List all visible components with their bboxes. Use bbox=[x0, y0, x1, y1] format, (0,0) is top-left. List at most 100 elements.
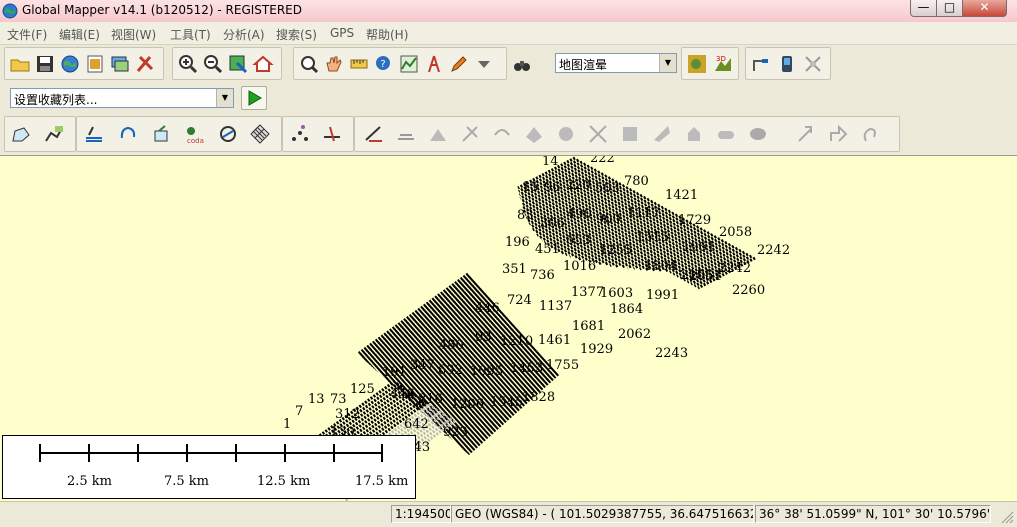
home-icon[interactable] bbox=[252, 53, 274, 75]
gps-device-icon[interactable] bbox=[776, 53, 798, 75]
disabled-tool-icon[interactable] bbox=[747, 123, 769, 145]
render-toolbar-group: 3D bbox=[681, 47, 739, 80]
disabled-tool-icon[interactable] bbox=[491, 123, 513, 145]
menu-help[interactable]: 帮助(H) bbox=[366, 26, 408, 43]
save-icon[interactable] bbox=[34, 53, 56, 75]
point-label: 653 bbox=[566, 233, 591, 248]
path-profile-icon[interactable] bbox=[398, 53, 420, 75]
binoculars-icon[interactable] bbox=[511, 54, 533, 76]
move-feature-icon[interactable] bbox=[151, 123, 173, 145]
globe-icon[interactable] bbox=[59, 53, 81, 75]
disabled-tool-icon[interactable] bbox=[523, 123, 545, 145]
menu-tools[interactable]: 工具(T) bbox=[170, 26, 211, 43]
feature-info-icon[interactable]: ? bbox=[373, 53, 395, 75]
gps-satellite-icon[interactable] bbox=[802, 53, 824, 75]
menu-file[interactable]: 文件(F) bbox=[7, 26, 47, 43]
zoom-tool-icon[interactable] bbox=[298, 53, 320, 75]
rotate-feature-icon[interactable] bbox=[117, 123, 139, 145]
play-icon bbox=[248, 90, 262, 106]
point-label: 1206 bbox=[451, 397, 484, 412]
menu-edit[interactable]: 编辑(E) bbox=[59, 26, 100, 43]
maximize-button[interactable]: □ bbox=[936, 0, 963, 17]
disabled-tool-icon[interactable] bbox=[715, 123, 737, 145]
create-line-icon[interactable] bbox=[43, 123, 65, 145]
3d-view-icon[interactable]: 3D bbox=[712, 53, 734, 75]
point-label: 1 bbox=[283, 417, 291, 432]
layers-icon[interactable] bbox=[109, 53, 131, 75]
resize-grip-icon[interactable] bbox=[1000, 510, 1014, 524]
minimize-button[interactable]: — bbox=[910, 0, 937, 17]
dms-readout: 36° 38' 51.0599" N, 101° 30' 10.5796" E bbox=[755, 505, 991, 523]
disabled-tool-icon[interactable] bbox=[651, 123, 673, 145]
point-label: 816 bbox=[418, 392, 443, 407]
config-tools-icon[interactable] bbox=[134, 53, 156, 75]
point-label: 83 bbox=[517, 208, 534, 223]
map-view-select-value: 地图渲晕 bbox=[559, 58, 608, 72]
disabled-tool-icon[interactable] bbox=[395, 123, 417, 145]
favorites-select-value: 设置收藏列表... bbox=[14, 93, 98, 107]
point-label: 125 bbox=[350, 382, 375, 397]
disabled-tool-icon[interactable] bbox=[427, 123, 449, 145]
coordinate-icon[interactable]: coda bbox=[183, 123, 205, 145]
pan-hand-icon[interactable] bbox=[323, 53, 345, 75]
point-label: 780 bbox=[624, 174, 649, 189]
workspace-icon[interactable] bbox=[84, 53, 106, 75]
open-folder-icon[interactable] bbox=[9, 53, 31, 75]
point-label: 503 bbox=[595, 181, 620, 196]
favorites-select[interactable]: 设置收藏列表... ▼ bbox=[10, 88, 234, 108]
disabled-tool-icon[interactable] bbox=[795, 123, 817, 145]
point-label: 1461 bbox=[538, 333, 571, 348]
measure-ruler-icon[interactable] bbox=[348, 53, 370, 75]
point-label: 1377 bbox=[571, 285, 604, 300]
line-edit-icon[interactable] bbox=[83, 123, 105, 145]
main-toolbar: ? 地图渲晕 ▼ 3D bbox=[0, 45, 1017, 82]
point-label: 1515 bbox=[636, 230, 669, 245]
window-title: Global Mapper v14.1 (b120512) - REGISTER… bbox=[22, 3, 302, 17]
map-canvas[interactable]: 14 222 15 96 220 503 780 1421 83 306 490 900 1117 172… bbox=[0, 155, 1017, 502]
zoom-to-layer-icon[interactable] bbox=[227, 53, 249, 75]
disabled-tool-icon[interactable] bbox=[619, 123, 641, 145]
menu-view[interactable]: 视图(W) bbox=[111, 26, 156, 43]
vertex-points-icon[interactable] bbox=[289, 123, 311, 145]
menu-gps[interactable]: GPS bbox=[330, 26, 354, 40]
point-label: 490 bbox=[567, 207, 592, 222]
point-label: 1016 bbox=[563, 259, 596, 274]
shaded-relief-icon[interactable] bbox=[686, 53, 708, 75]
disabled-tool-icon[interactable] bbox=[859, 123, 881, 145]
buffer-icon[interactable] bbox=[217, 123, 239, 145]
digitizer-pencil-icon[interactable] bbox=[448, 53, 470, 75]
gps-track-icon[interactable] bbox=[750, 53, 772, 75]
point-label: 1929 bbox=[580, 342, 613, 357]
zoom-in-icon[interactable] bbox=[177, 53, 199, 75]
map-view-select[interactable]: 地图渲晕 ▼ bbox=[555, 53, 677, 73]
split-line-icon[interactable] bbox=[321, 123, 343, 145]
edit-toolbar-group: coda bbox=[76, 116, 282, 152]
point-label: 7 bbox=[295, 404, 303, 419]
close-button[interactable]: ✕ bbox=[962, 0, 1007, 17]
zoom-out-icon[interactable] bbox=[202, 53, 224, 75]
menu-analysis[interactable]: 分析(A) bbox=[223, 26, 265, 43]
map-scale-readout: 1:194500 bbox=[391, 505, 451, 523]
create-area-icon[interactable] bbox=[10, 123, 32, 145]
point-label: 222 bbox=[590, 156, 615, 166]
svg-text:?: ? bbox=[380, 59, 385, 70]
disabled-tool-icon[interactable] bbox=[827, 123, 849, 145]
point-label: 1991 bbox=[646, 288, 679, 303]
point-label: 2062 bbox=[618, 327, 651, 342]
point-label: 1453 bbox=[510, 361, 543, 376]
disabled-tool-icon[interactable] bbox=[459, 123, 481, 145]
dropdown-arrow-icon[interactable] bbox=[473, 53, 495, 75]
grid-icon[interactable] bbox=[249, 123, 271, 145]
point-label: 1681 bbox=[572, 319, 605, 334]
disabled-tool-icon[interactable] bbox=[555, 123, 577, 145]
tower-icon[interactable] bbox=[423, 53, 445, 75]
disabled-tool-icon[interactable] bbox=[587, 123, 609, 145]
point-label: 1210 bbox=[500, 334, 533, 349]
point-label: 1864 bbox=[610, 302, 643, 317]
smooth-line-icon[interactable] bbox=[363, 123, 385, 145]
point-label: 1603 bbox=[600, 286, 633, 301]
scale-label: 17.5 km bbox=[355, 474, 409, 489]
run-favorite-button[interactable] bbox=[241, 86, 267, 110]
disabled-tool-icon[interactable] bbox=[683, 123, 705, 145]
menu-search[interactable]: 搜索(S) bbox=[276, 26, 317, 43]
